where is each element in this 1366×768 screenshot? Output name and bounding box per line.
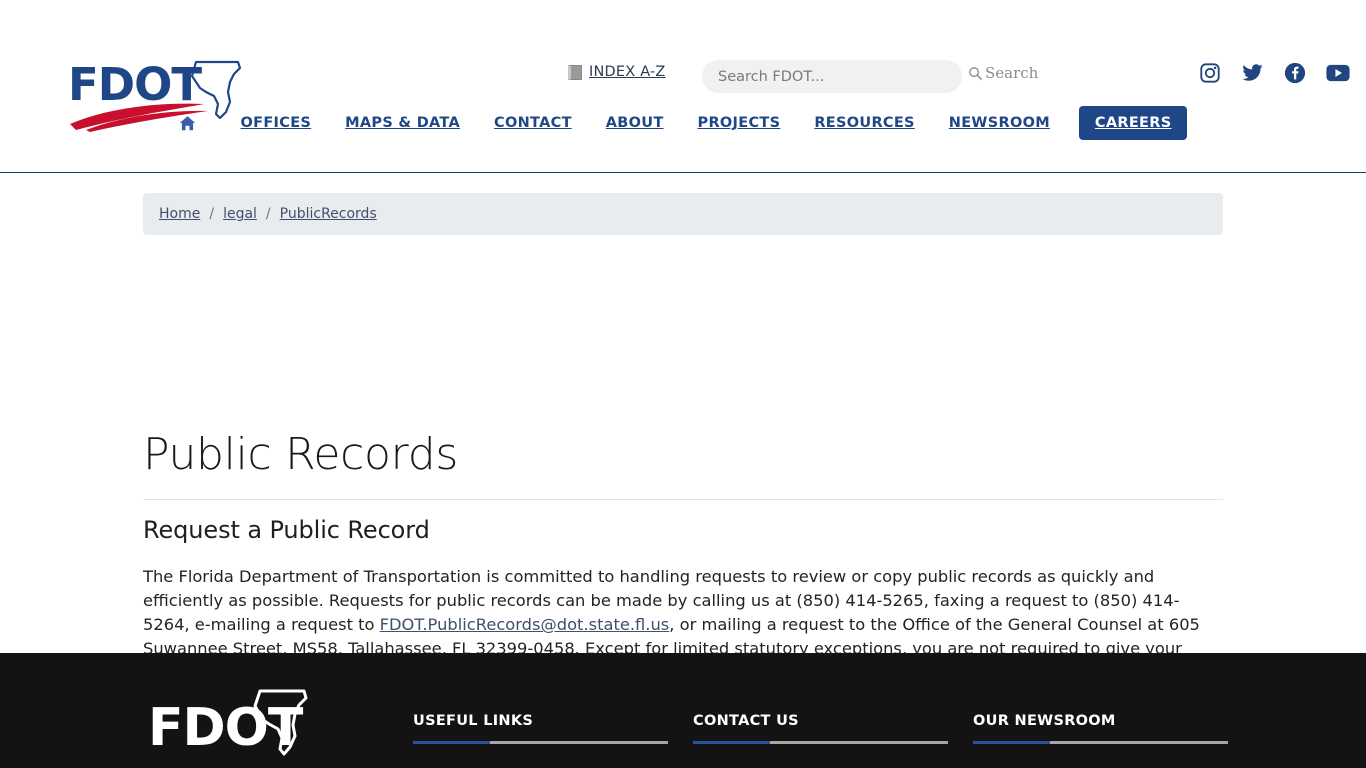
nav-item-resources[interactable]: RESOURCES xyxy=(797,115,931,131)
footer-column-our-newsroom: OUR NEWSROOM xyxy=(973,713,1253,744)
site-footer: FDOT USEFUL LINKS CONTACT US OUR NEWSROO… xyxy=(0,653,1366,768)
public-records-email-link[interactable]: FDOT.PublicRecords@dot.state.fl.us xyxy=(380,615,670,634)
nav-item-about[interactable]: ABOUT xyxy=(589,115,681,131)
social-link-facebook[interactable] xyxy=(1284,62,1306,84)
footer-column-title: OUR NEWSROOM xyxy=(973,713,1116,729)
footer-column-accent-bar xyxy=(413,741,668,744)
title-divider xyxy=(143,499,1223,500)
footer-fdot-logo-icon: FDOT xyxy=(148,689,308,758)
social-link-instagram[interactable] xyxy=(1199,62,1221,84)
page-title: Public Records xyxy=(143,429,458,480)
section-subheading: Request a Public Record xyxy=(143,516,430,544)
site-header: FDOT INDEX A-Z Search FDOT... Search OFF… xyxy=(0,0,1366,178)
nav-item-offices[interactable]: OFFICES xyxy=(224,115,329,131)
footer-column-contact-us: CONTACT US xyxy=(693,713,973,744)
social-link-youtube[interactable] xyxy=(1326,64,1350,82)
nav-home-link[interactable] xyxy=(179,115,196,132)
twitter-icon xyxy=(1242,64,1263,81)
social-links xyxy=(1199,62,1350,84)
breadcrumb-separator: / xyxy=(265,206,271,222)
search-icon xyxy=(969,66,983,80)
footer-column-title: USEFUL LINKS xyxy=(413,713,534,729)
home-icon xyxy=(179,115,195,130)
index-a-z-link[interactable]: INDEX A-Z xyxy=(568,64,666,80)
search-input[interactable] xyxy=(702,60,962,93)
breadcrumb-item-home[interactable]: Home xyxy=(159,206,200,222)
footer-column-accent-bar xyxy=(693,741,948,744)
main-navigation: OFFICES MAPS & DATA CONTACT ABOUT PROJEC… xyxy=(0,102,1366,144)
nav-item-projects[interactable]: PROJECTS xyxy=(681,115,798,131)
youtube-icon xyxy=(1326,64,1350,82)
nav-item-newsroom[interactable]: NEWSROOM xyxy=(932,115,1067,131)
nav-item-careers[interactable]: CAREERS xyxy=(1078,106,1188,140)
footer-fdot-logo[interactable]: FDOT xyxy=(148,673,348,763)
search-button-label: Search xyxy=(985,64,1039,82)
breadcrumb-item-publicrecords[interactable]: PublicRecords xyxy=(280,206,377,222)
search-button[interactable]: Search xyxy=(968,64,1038,82)
footer-columns: USEFUL LINKS CONTACT US OUR NEWSROOM xyxy=(413,713,1253,744)
header-utility-row: INDEX A-Z Search xyxy=(0,60,1366,94)
footer-column-useful-links: USEFUL LINKS xyxy=(413,713,693,744)
main-content: Home / legal / PublicRecords Public Reco… xyxy=(0,173,1366,768)
index-a-z-label: INDEX A-Z xyxy=(589,64,666,80)
footer-column-accent-bar xyxy=(973,741,1228,744)
nav-item-maps-and-data[interactable]: MAPS & DATA xyxy=(328,115,477,131)
breadcrumb-separator: / xyxy=(209,206,215,222)
social-link-twitter[interactable] xyxy=(1241,62,1264,84)
breadcrumb-item-legal[interactable]: legal xyxy=(223,206,257,222)
instagram-icon xyxy=(1200,63,1220,83)
footer-column-title: CONTACT US xyxy=(693,713,799,729)
facebook-icon xyxy=(1284,62,1306,84)
nav-item-contact[interactable]: CONTACT xyxy=(477,115,589,131)
book-icon xyxy=(568,64,582,80)
breadcrumb: Home / legal / PublicRecords xyxy=(143,193,1223,235)
